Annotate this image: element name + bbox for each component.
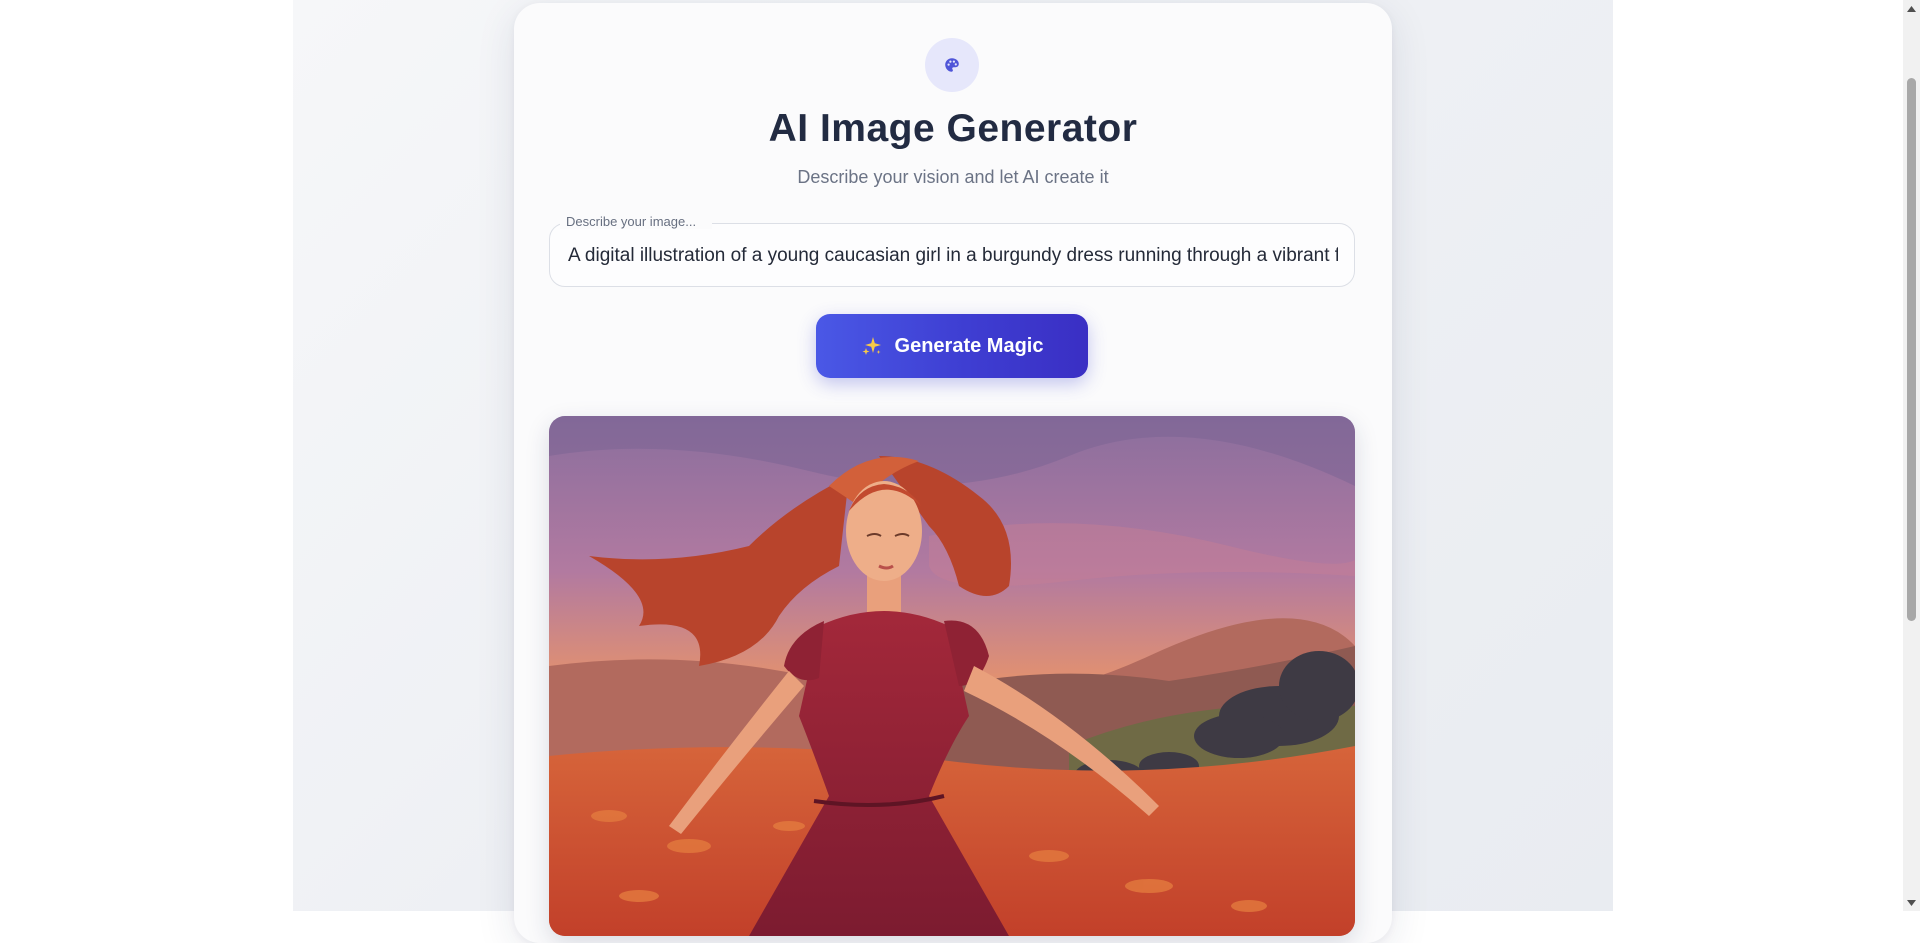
prompt-field[interactable]: Describe your image... xyxy=(549,214,1355,287)
vertical-scrollbar[interactable] xyxy=(1903,0,1920,911)
logo-badge xyxy=(925,38,979,92)
generate-button-label: Generate Magic xyxy=(894,334,1044,357)
generator-card: AI Image Generator Describe your vision … xyxy=(514,3,1392,943)
scroll-thumb[interactable] xyxy=(1907,78,1916,621)
generated-image-illustration xyxy=(549,416,1355,936)
generated-image xyxy=(549,416,1355,936)
page-subtitle: Describe your vision and let AI create i… xyxy=(797,167,1109,187)
sparkles-icon xyxy=(862,337,881,355)
scroll-up-arrow-icon[interactable] xyxy=(1903,0,1920,17)
prompt-input[interactable] xyxy=(568,242,1338,270)
scroll-down-arrow-icon[interactable] xyxy=(1903,894,1920,911)
generate-button[interactable]: Generate Magic xyxy=(816,314,1088,378)
prompt-label: Describe your image... xyxy=(560,214,712,229)
palette-icon xyxy=(945,58,959,72)
page-title: AI Image Generator xyxy=(768,107,1138,150)
